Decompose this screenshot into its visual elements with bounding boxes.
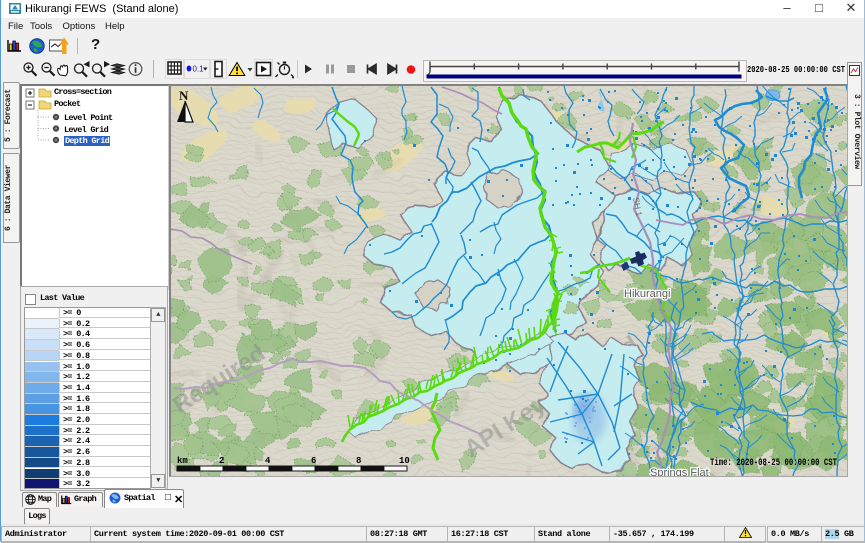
svg-text:km: km [177,456,188,466]
svg-text:4: 4 [265,456,271,466]
svg-text:0.1: 0.1 [193,65,205,74]
svg-text:2020-08-25 00:00:00 CST: 2020-08-25 00:00:00 CST [747,65,845,75]
svg-text:10: 10 [399,456,410,466]
svg-text:Springs Flat: Springs Flat [650,467,709,477]
svg-text:Hikurangi: Hikurangi [624,288,670,300]
svg-text:2: 2 [219,456,224,466]
svg-text:6: 6 [311,456,316,466]
svg-text:Time: 2020-08-25 00:00:00 CST: Time: 2020-08-25 00:00:00 CST [710,457,837,469]
svg-text:8: 8 [356,456,361,466]
svg-text:N: N [179,88,189,103]
